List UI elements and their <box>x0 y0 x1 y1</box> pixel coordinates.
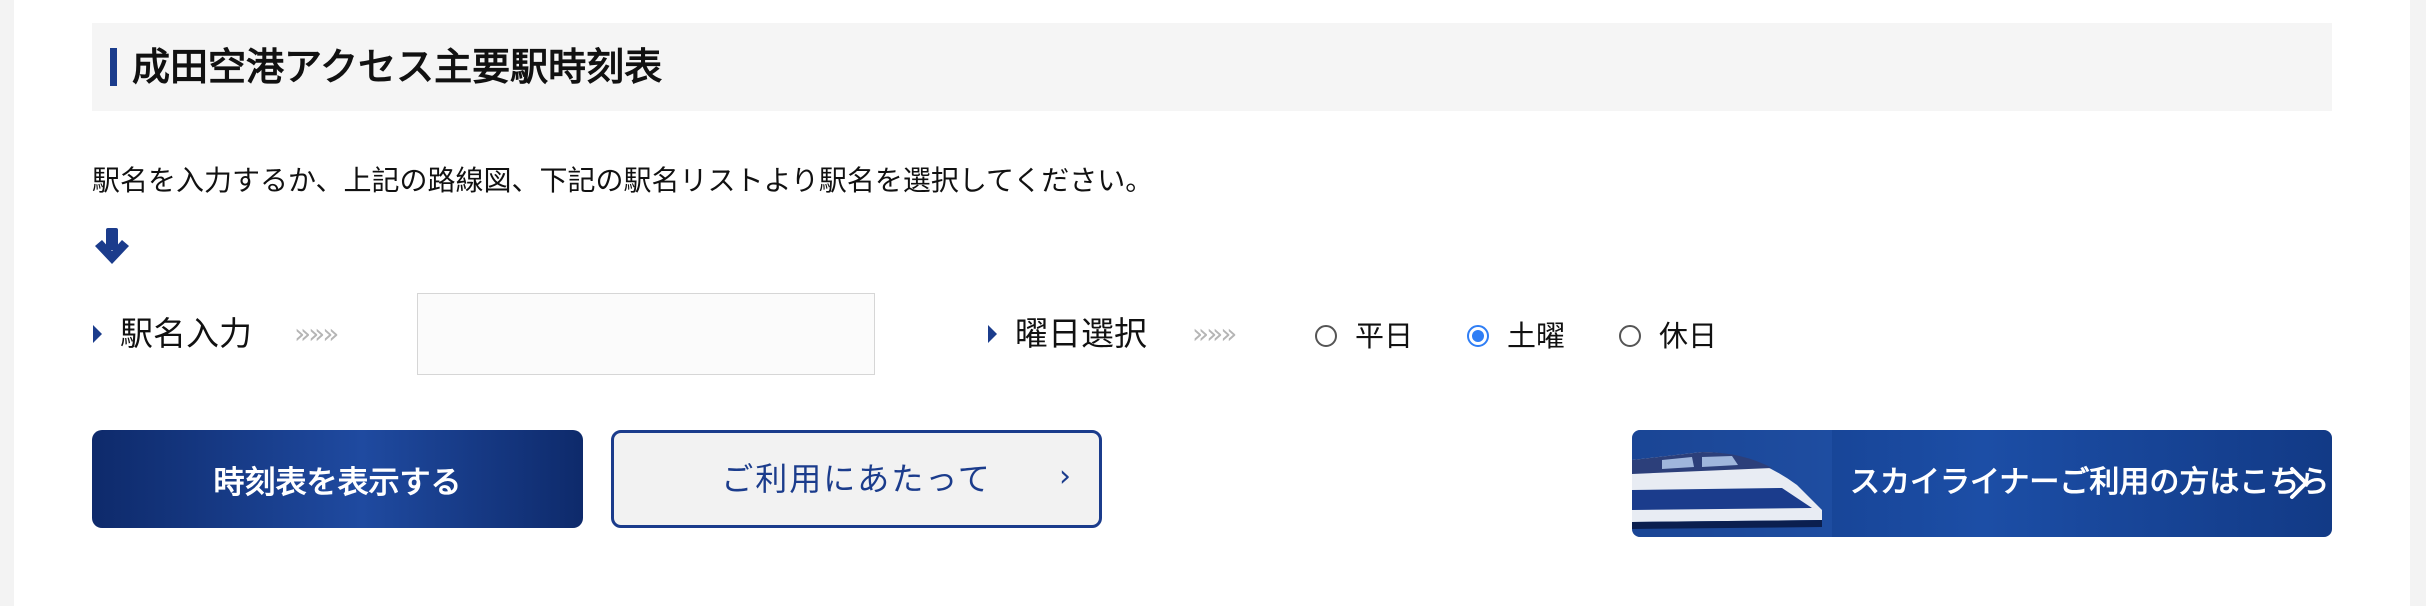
arrow-down-icon <box>92 226 132 270</box>
radio-holiday[interactable]: 休日 <box>1619 316 1717 356</box>
radio-label-saturday: 土曜 <box>1507 319 1566 353</box>
radio-label-holiday: 休日 <box>1659 319 1718 353</box>
triangle-bullet-icon <box>988 325 997 343</box>
radio-circle-weekday[interactable] <box>1315 325 1337 347</box>
skyliner-banner[interactable]: スカイライナーご利用の方はこちら <box>1632 430 2332 537</box>
triangle-bullet-icon <box>93 325 102 343</box>
station-input-label: 駅名入力 <box>120 314 252 353</box>
instruction-text: 駅名を入力するか、上記の路線図、下記の駅名リストより駅名を選択してください。 <box>92 164 1154 197</box>
day-select-label: 曜日選択 <box>1015 314 1147 353</box>
chevrons-icon: »»» <box>294 317 339 350</box>
page: 成田空港アクセス主要駅時刻表 駅名を入力するか、上記の路線図、下記の駅名リストよ… <box>14 0 2410 606</box>
banner-label: スカイライナーご利用の方はこちら <box>1850 465 2330 500</box>
section-header: 成田空港アクセス主要駅時刻表 <box>92 23 2332 111</box>
radio-circle-saturday[interactable] <box>1467 325 1489 347</box>
station-name-input[interactable] <box>417 293 875 375</box>
chevrons-icon: »»» <box>1192 317 1237 350</box>
chevron-right-icon: › <box>1059 459 1071 494</box>
chevron-right-icon <box>2290 467 2308 499</box>
radio-saturday[interactable]: 土曜 <box>1467 316 1565 356</box>
usage-notes-label: ご利用にあたって <box>721 460 992 498</box>
page-title: 成田空港アクセス主要駅時刻表 <box>132 45 663 89</box>
train-icon <box>1632 430 1832 537</box>
title-accent-bar <box>110 48 117 86</box>
show-timetable-button[interactable]: 時刻表を表示する <box>92 430 583 528</box>
radio-circle-holiday[interactable] <box>1619 325 1641 347</box>
radio-weekday[interactable]: 平日 <box>1315 316 1413 356</box>
radio-label-weekday: 平日 <box>1355 319 1414 353</box>
usage-notes-button[interactable]: ご利用にあたって › <box>611 430 1102 528</box>
